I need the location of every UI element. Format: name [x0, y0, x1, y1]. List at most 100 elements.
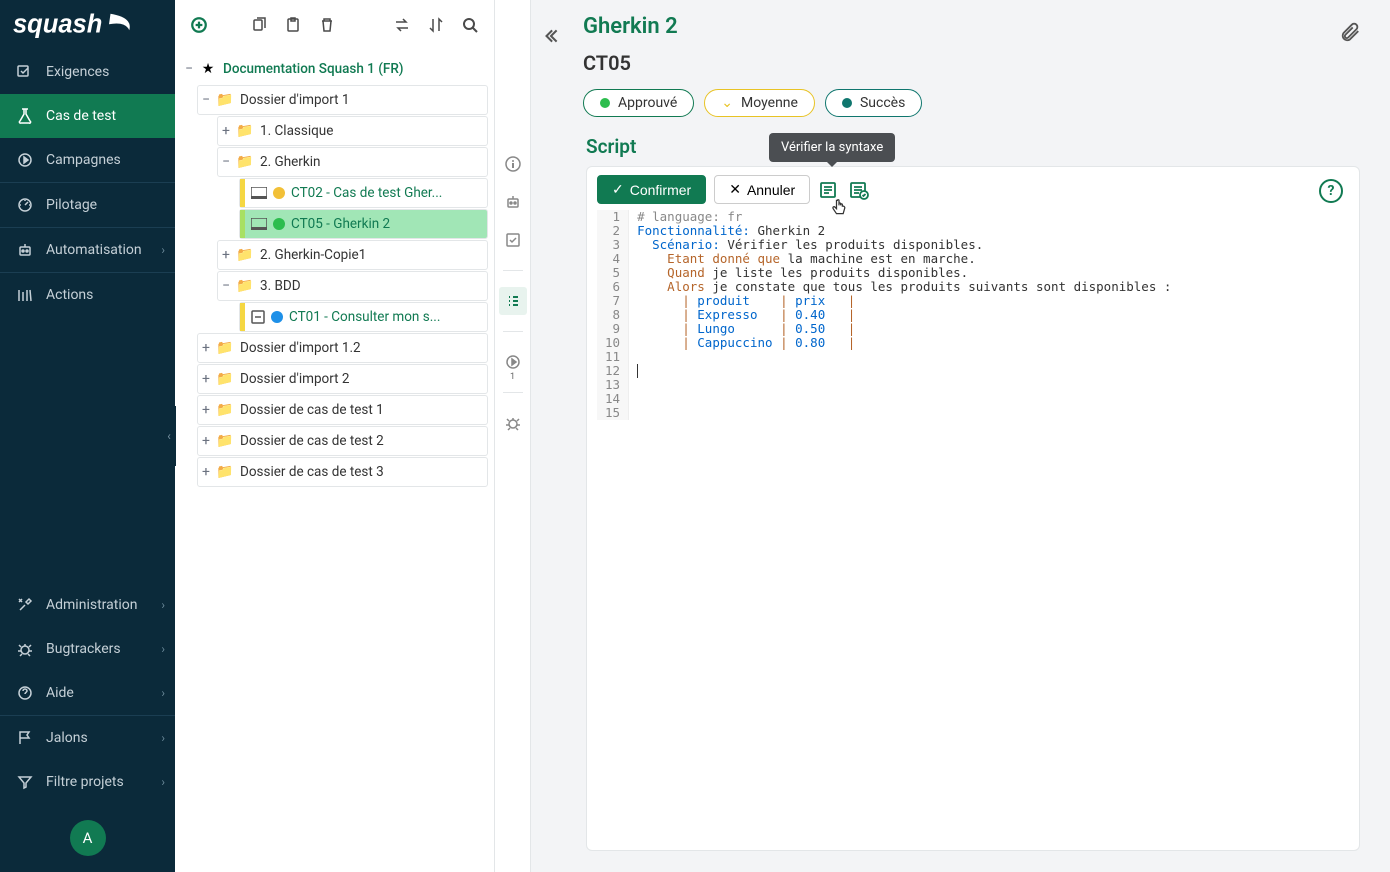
nav-label: Jalons	[46, 730, 88, 746]
robot-icon	[16, 241, 34, 259]
folder-icon: 📁	[216, 92, 234, 108]
nav-administration[interactable]: Administration›	[0, 583, 175, 627]
tab-check[interactable]	[499, 226, 527, 254]
tab-issues[interactable]	[499, 409, 527, 437]
tab-badge: 1	[510, 372, 515, 382]
cancel-button[interactable]: ✕ Annuler	[714, 175, 810, 204]
delete-button[interactable]	[313, 11, 341, 39]
tree-label: 2. Gherkin	[260, 154, 320, 170]
square-minus-icon	[251, 310, 265, 324]
script-section: Script Vérifier la syntaxe ✓Confirmer ✕ A…	[586, 135, 1360, 851]
tree-folder[interactable]: +📁Dossier de cas de test 3	[197, 457, 488, 487]
button-label: Annuler	[747, 182, 795, 198]
collapse-icon[interactable]: −	[218, 154, 234, 170]
chip-priority[interactable]: ⌄Moyenne	[704, 89, 815, 117]
nav-automatisation[interactable]: Automatisation›	[0, 228, 175, 272]
collapse-icon[interactable]: −	[198, 92, 214, 108]
nav-actions[interactable]: Actions	[0, 273, 175, 317]
paste-button[interactable]	[279, 11, 307, 39]
verify-syntax-button[interactable]	[848, 179, 870, 201]
tree-folder[interactable]: −📁2. Gherkin	[217, 147, 488, 177]
tree-folder[interactable]: +📁 Dossier d'import 1.2	[197, 333, 488, 363]
tree-folder[interactable]: +📁1. Classique	[217, 116, 488, 146]
tree-folder[interactable]: +📁Dossier de cas de test 1	[197, 395, 488, 425]
status-dot	[273, 218, 285, 230]
chip-success[interactable]: Succès	[825, 89, 922, 117]
back-button[interactable]	[535, 20, 567, 52]
collapse-icon[interactable]: −	[181, 61, 197, 77]
tab-script[interactable]	[499, 287, 527, 315]
expand-icon[interactable]: +	[198, 402, 214, 418]
tree-project[interactable]: −★ Documentation Squash 1 (FR)	[181, 54, 488, 84]
folder-icon: 📁	[216, 340, 234, 356]
help-icon	[16, 684, 34, 702]
collapse-sidebar[interactable]: ‹	[162, 406, 176, 466]
tree-folder[interactable]: +📁Dossier d'import 2	[197, 364, 488, 394]
expand-icon[interactable]: +	[198, 340, 214, 356]
nav-jalons[interactable]: Jalons›	[0, 716, 175, 760]
tab-robot[interactable]	[499, 188, 527, 216]
swap-button[interactable]	[388, 11, 416, 39]
chip-approved[interactable]: Approuvé	[583, 89, 694, 117]
library-icon	[16, 286, 34, 304]
folder-icon: 📁	[216, 464, 234, 480]
tooltip: Vérifier la syntaxe	[769, 133, 895, 162]
code-editor[interactable]: 123456789101112131415 # language: frFonc…	[597, 210, 1349, 420]
nav-filtre-projets[interactable]: Filtre projets›	[0, 760, 175, 804]
collapse-icon[interactable]: −	[218, 278, 234, 294]
tree-folder[interactable]: +📁2. Gherkin-Copie1	[217, 240, 488, 270]
add-button[interactable]	[185, 11, 213, 39]
tree-label: Documentation Squash 1 (FR)	[223, 61, 404, 77]
tree-label: Dossier d'import 1.2	[240, 340, 361, 356]
tree-folder[interactable]: +📁Dossier de cas de test 2	[197, 426, 488, 456]
nav-bottom: Administration› Bugtrackers› Aide› Jalon…	[0, 583, 175, 872]
nav-campagnes[interactable]: Campagnes	[0, 138, 175, 182]
tree-testcase-ct05[interactable]: CT05 - Gherkin 2	[239, 209, 488, 239]
help-button[interactable]: ?	[1319, 179, 1343, 203]
section-title: Script	[586, 135, 1360, 158]
tab-executions[interactable]: 1	[499, 348, 527, 376]
dot-icon	[842, 98, 852, 108]
nav-aide[interactable]: Aide›	[0, 671, 175, 715]
logo[interactable]: squash	[0, 0, 175, 50]
expand-icon[interactable]: +	[218, 123, 234, 139]
tree-testcase-ct02[interactable]: CT02 - Cas de test Gher...	[239, 178, 488, 208]
status-chips: Approuvé ⌄Moyenne Succès	[583, 89, 1366, 117]
page-subtitle: CT05	[583, 51, 1366, 75]
sort-button[interactable]	[422, 11, 450, 39]
expand-icon[interactable]: +	[198, 371, 214, 387]
expand-icon[interactable]: +	[218, 247, 234, 263]
avatar[interactable]: A	[70, 820, 106, 856]
chip-label: Succès	[860, 95, 905, 111]
tree-label: 3. BDD	[260, 278, 301, 294]
chevron-right-icon: ›	[161, 775, 165, 789]
line-gutter: 123456789101112131415	[597, 210, 629, 420]
tree-testcase-ct01[interactable]: CT01 - Consulter mon s...	[239, 302, 488, 332]
page-title: Gherkin 2	[583, 14, 1366, 39]
folder-icon: 📁	[216, 433, 234, 449]
nav-exigences[interactable]: Exigences	[0, 50, 175, 94]
tree-label: CT05 - Gherkin 2	[291, 216, 390, 232]
expand-icon[interactable]: +	[198, 433, 214, 449]
expand-icon[interactable]: +	[198, 464, 214, 480]
nav-label: Actions	[46, 287, 93, 303]
nav-bugtrackers[interactable]: Bugtrackers›	[0, 627, 175, 671]
svg-text:squash: squash	[13, 11, 102, 39]
nav-cas-de-test[interactable]: Cas de test	[0, 94, 175, 138]
close-icon: ✕	[729, 181, 741, 198]
star-icon: ★	[199, 61, 217, 77]
confirm-button[interactable]: ✓Confirmer	[597, 175, 706, 204]
status-dot	[273, 187, 285, 199]
filter-icon	[16, 773, 34, 791]
copy-button[interactable]	[245, 11, 273, 39]
attachment-button[interactable]	[1334, 16, 1366, 48]
tab-info[interactable]	[499, 150, 527, 178]
search-button[interactable]	[456, 11, 484, 39]
code-body[interactable]: # language: frFonctionnalité: Gherkin 2 …	[629, 210, 1171, 420]
tree-folder[interactable]: −📁Dossier d'import 1	[197, 85, 488, 115]
nav-label: Administration	[46, 597, 137, 613]
nav-pilotage[interactable]: Pilotage	[0, 183, 175, 227]
tree-folder[interactable]: −📁3. BDD	[217, 271, 488, 301]
nav-label: Cas de test	[46, 108, 116, 124]
main: Gherkin 2 CT05 Approuvé ⌄Moyenne Succès …	[531, 0, 1390, 872]
